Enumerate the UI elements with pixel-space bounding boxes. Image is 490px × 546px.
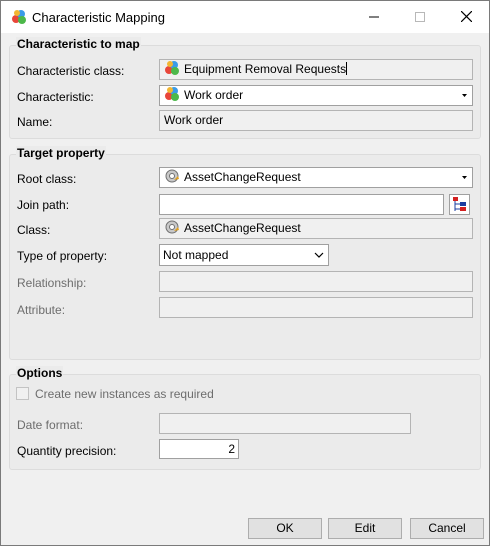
class-field: AssetChangeRequest <box>159 218 473 239</box>
maximize-button <box>397 1 443 33</box>
chevron-down-icon <box>314 252 324 258</box>
name-field: Work order <box>159 110 473 131</box>
type-of-property-value: Not mapped <box>163 248 229 262</box>
attribute-label: Attribute: <box>17 303 66 317</box>
dropdown-arrow-icon[interactable] <box>459 172 470 183</box>
characteristic-label: Characteristic: <box>17 90 94 104</box>
date-format-field <box>159 413 411 434</box>
type-of-property-select[interactable]: Not mapped <box>159 244 329 266</box>
characteristic-combo[interactable]: Work order <box>159 85 473 106</box>
options-group-title: Options <box>16 366 64 380</box>
name-value: Work order <box>164 113 224 127</box>
cancel-button[interactable]: Cancel <box>410 518 484 539</box>
relationship-label: Relationship: <box>17 276 87 290</box>
close-button[interactable] <box>443 1 489 33</box>
quantity-precision-value: 2 <box>228 442 235 456</box>
join-path-input[interactable] <box>159 194 444 215</box>
type-of-property-label: Type of property: <box>17 249 108 263</box>
characteristic-group-title: Characteristic to map <box>16 37 141 51</box>
minimize-button[interactable] <box>351 1 397 33</box>
relationship-field <box>159 271 473 292</box>
date-format-label: Date format: <box>17 418 84 432</box>
characteristic-class-field: Equipment Removal Requests <box>159 59 473 80</box>
characteristic-class-value: Equipment Removal Requests <box>184 62 347 76</box>
attribute-field <box>159 297 473 318</box>
root-class-label: Root class: <box>17 172 77 186</box>
tree-browse-icon <box>453 197 466 211</box>
characteristic-mapping-icon <box>12 10 26 24</box>
characteristic-value: Work order <box>184 88 244 102</box>
target-group-title: Target property <box>16 146 106 160</box>
create-instances-checkbox[interactable] <box>16 387 29 400</box>
join-path-label: Join path: <box>17 198 70 212</box>
window-title: Characteristic Mapping <box>32 10 165 25</box>
class-gear-icon <box>165 220 179 234</box>
title-bar: Characteristic Mapping <box>1 1 489 33</box>
class-gear-icon <box>165 169 179 183</box>
root-class-combo[interactable]: AssetChangeRequest <box>159 167 473 188</box>
root-class-value: AssetChangeRequest <box>184 170 301 184</box>
edit-button[interactable]: Edit <box>328 518 402 539</box>
create-instances-label: Create new instances as required <box>35 387 214 401</box>
dropdown-arrow-icon[interactable] <box>459 90 470 101</box>
text-cursor <box>346 62 348 75</box>
join-path-browse-button[interactable] <box>449 194 470 215</box>
quantity-precision-input[interactable]: 2 <box>159 439 239 459</box>
name-label: Name: <box>17 115 53 129</box>
characteristic-class-label: Characteristic class: <box>17 64 125 78</box>
class-label: Class: <box>17 223 51 237</box>
quantity-precision-label: Quantity precision: <box>17 444 117 458</box>
maximize-icon <box>415 12 425 22</box>
class-value: AssetChangeRequest <box>184 221 301 235</box>
dialog-window: Characteristic Mapping Characteristic to… <box>0 0 490 546</box>
minimize-icon <box>369 16 379 18</box>
close-icon <box>460 10 472 23</box>
ok-button[interactable]: OK <box>248 518 322 539</box>
characteristic-icon <box>165 87 179 101</box>
characteristic-class-icon <box>165 61 179 75</box>
